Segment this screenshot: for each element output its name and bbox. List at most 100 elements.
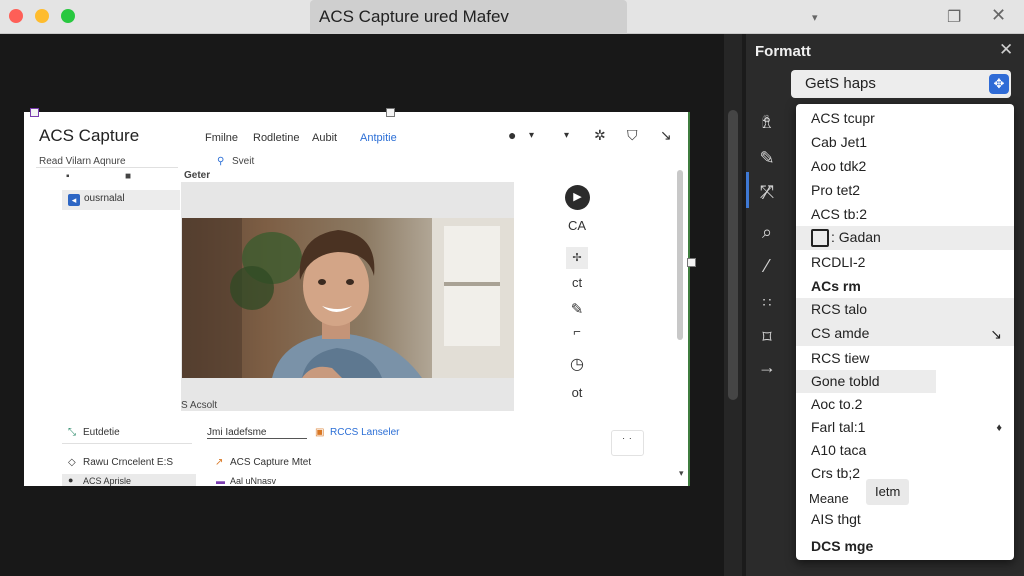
dropdown-item[interactable]: Pro tet2 [796, 179, 1014, 202]
frame-icon[interactable]: ⌑ [754, 325, 780, 349]
portrait-illustration [182, 218, 514, 378]
tag-icon[interactable]: ◇ [68, 457, 76, 468]
search-icon[interactable]: ⚲ [217, 156, 224, 167]
arrow-right-icon[interactable]: → [754, 355, 780, 379]
tool-label-2[interactable]: ct [560, 275, 594, 290]
bottom-link-1[interactable]: Eutdetie [83, 427, 120, 438]
brush-icon[interactable]: ✎ [754, 146, 780, 170]
bottom-link-4[interactable]: Rawu Crncelent E:S [83, 457, 173, 468]
info-icon: ● [68, 475, 74, 485]
shield-icon[interactable]: ⛉ [627, 127, 638, 144]
dropdown-footer-item[interactable]: DCS mge [796, 535, 1014, 558]
folder-icon: ▣ [315, 427, 325, 438]
resize-handle-top-left[interactable] [30, 108, 39, 117]
crop-tool-icon[interactable]: ⌐ [560, 324, 594, 339]
pen-tool-icon[interactable]: ✎ [560, 300, 594, 318]
dropdown-item[interactable]: ACS tb:2 [796, 203, 1014, 226]
arrow-icon: ↘ [990, 326, 1002, 342]
tool-label-3[interactable]: ot [560, 385, 594, 400]
sidebar-item[interactable]: ◂ ousrnalal [62, 190, 180, 210]
col-marker-2: ■ [125, 171, 132, 182]
dropdown-item[interactable]: RCS tiew [796, 347, 1014, 370]
dropdown-item-checked[interactable]: : Gadan [796, 226, 1014, 250]
dropdown-item[interactable]: Gone tobld [796, 370, 936, 393]
bottom-link-3[interactable]: RCCS Lanseler [330, 427, 399, 438]
zoom-window-button[interactable] [61, 9, 75, 23]
col-marker-1: ▪ [66, 171, 70, 182]
transform-icon[interactable]: ⤧ [754, 180, 780, 204]
dropdown-item-with-dot[interactable]: Farl tal:1 ♦ [796, 416, 1014, 439]
move-tool-icon[interactable]: ✢ [566, 247, 588, 269]
dropdown-footer-item[interactable]: AIS thgt [796, 508, 1014, 531]
grid-icon[interactable]: ∷ [754, 290, 780, 314]
section-header: Geter [184, 170, 211, 181]
dropdown-item[interactable]: ACs rm [796, 275, 1014, 298]
document-scrollbar[interactable] [677, 170, 683, 340]
settings-icon[interactable]: ✲ [594, 127, 606, 144]
dropdown-button-right[interactable]: Ietm [866, 479, 910, 505]
search-label[interactable]: Sveit [232, 156, 254, 167]
comment-icon[interactable]: ⌕ [754, 220, 780, 244]
format-panel: Formatt ✕ 🕯 ♗ ✎ ⁄ ⤧ ⌕ ⁄ ∷ ⌑ → GetS haps … [746, 34, 1024, 576]
restore-icon[interactable]: ❐ [947, 7, 961, 27]
active-tool-indicator [746, 172, 749, 208]
chevron-down-icon[interactable]: ▾ [812, 11, 818, 24]
minimize-window-button[interactable] [35, 9, 49, 23]
style-combo-value: GetS haps [805, 75, 876, 92]
captured-document[interactable]: ACS Capture Fmilne Rodletine Aubit Antpi… [24, 112, 690, 486]
dropdown-item[interactable]: ACS tcupr [796, 107, 1014, 130]
chevron-down-icon[interactable]: ▾ [529, 130, 534, 141]
bottom-link-5[interactable]: ACS Capture Mtet [230, 457, 311, 468]
dropdown-item[interactable]: Aoc to.2 [796, 393, 1014, 416]
bottom-link-2[interactable]: Jmi Iadefsme [207, 427, 266, 438]
image-caption: S Acsolt [181, 400, 218, 411]
dropdown-icon[interactable]: ▾ [564, 130, 569, 141]
close-window-button[interactable] [9, 9, 23, 23]
marker-icon[interactable]: ⁄ [754, 254, 780, 278]
left-tab[interactable]: Read Vilarn Aqnure [39, 156, 126, 167]
resize-handle-top[interactable] [386, 108, 395, 117]
menu-item-2[interactable]: Rodletine [253, 132, 299, 144]
tool-label-1[interactable]: CA [560, 218, 594, 233]
window-titlebar: ACS Capture ured Mafev ▾ ❐ ✕ [0, 0, 1024, 34]
more-button[interactable]: ˙ ˙ [611, 430, 644, 456]
pen-icon[interactable]: ↘ [660, 127, 672, 144]
play-button[interactable]: ▶ [565, 185, 590, 210]
canvas-scroll-thumb[interactable] [728, 110, 738, 400]
info-icon[interactable]: ● [508, 127, 516, 143]
portrait-photo[interactable] [182, 218, 514, 378]
window-title: ACS Capture ured Mafev [310, 0, 627, 34]
bottom-link-7[interactable]: Aal uNnasv [230, 476, 276, 486]
style-dropdown[interactable]: ACS tcupr Cab Jet1 Aoo tdk2 Pro tet2 ACS… [796, 104, 1014, 560]
dot-icon: ♦ [996, 422, 1002, 434]
divider-1 [62, 443, 192, 444]
menu-item-1[interactable]: Fmilne [205, 132, 238, 144]
close-icon[interactable]: ✕ [999, 40, 1013, 60]
menu-item-3[interactable]: Aubit [312, 132, 337, 144]
dropdown-item-with-arrow[interactable]: CS amde ↘ [796, 322, 1014, 346]
dropdown-item[interactable]: RCDLI-2 [796, 251, 1014, 274]
scroll-down-icon[interactable]: ▾ [679, 468, 684, 479]
menu-item-4[interactable]: Antpitie [360, 132, 397, 144]
sidebar-item-label: ousrnalal [84, 193, 125, 204]
dropdown-item[interactable]: Aoo tdk2 [796, 155, 1014, 178]
dropdown-item[interactable]: RCS talo [796, 298, 1014, 322]
style-combo[interactable]: GetS haps ✥ [791, 70, 1011, 98]
app-title: ACS Capture [39, 126, 140, 145]
divider-2 [207, 438, 307, 439]
panel-title: Formatt [755, 43, 811, 60]
bookmark-icon[interactable]: ♗ [754, 110, 780, 134]
dropdown-item-label: CS amde [811, 325, 870, 341]
expand-icon[interactable]: ⤡ [68, 427, 76, 438]
dropdown-item-label: Farl tal:1 [811, 419, 866, 435]
bottom-link-6[interactable]: ACS Aprisle [83, 476, 131, 486]
dropdown-item[interactable]: Cab Jet1 [796, 131, 1014, 154]
image-icon: ▬ [216, 476, 225, 486]
close-icon[interactable]: ✕ [991, 5, 1006, 26]
clock-tool-icon[interactable]: ◷ [560, 354, 594, 374]
resize-handle-right[interactable] [687, 258, 696, 267]
doc-icon: ◂ [68, 194, 80, 206]
dropdown-item[interactable]: A10 taca [796, 439, 1014, 462]
combo-toggle-icon[interactable]: ✥ [989, 74, 1009, 94]
checkbox-icon[interactable] [811, 229, 829, 248]
